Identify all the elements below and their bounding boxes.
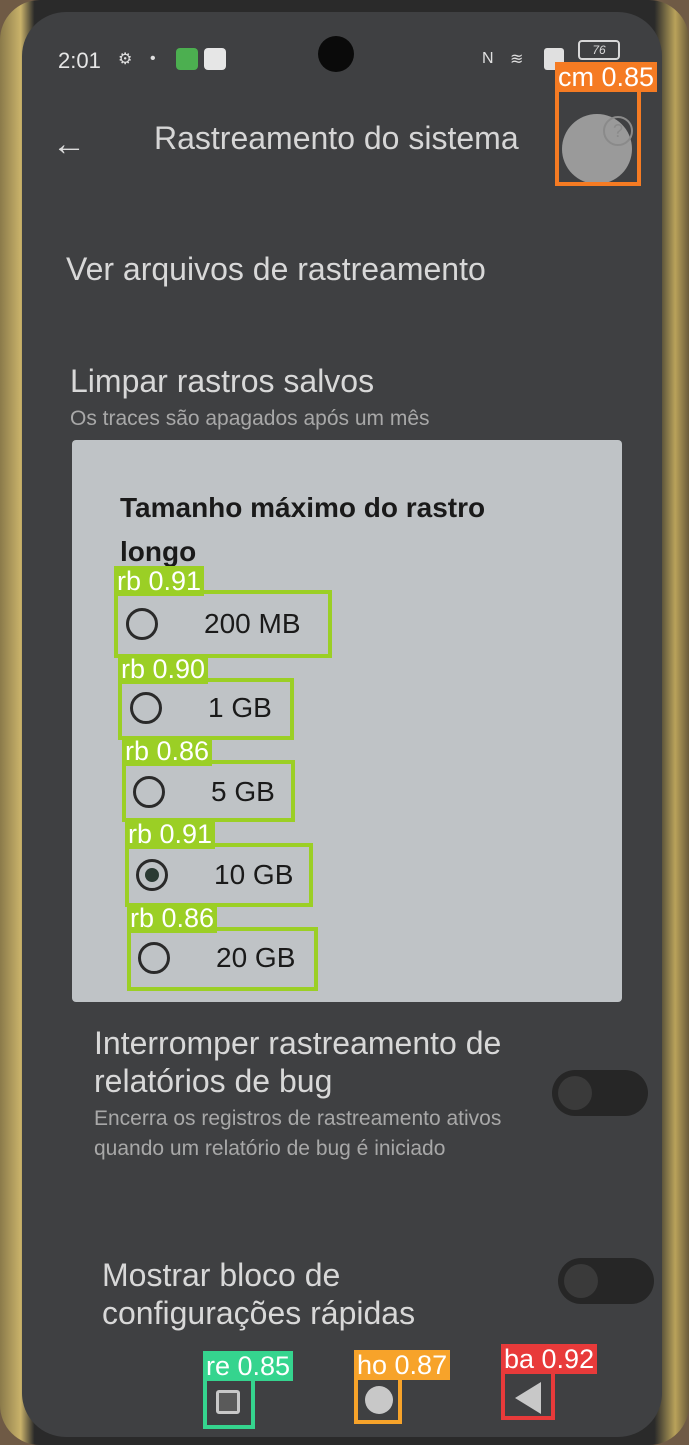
detection-box-home [354,1376,402,1424]
detection-box-help [555,88,641,186]
setting-subtitle: Os traces são apagados após um mês [70,407,430,430]
detection-tag-recents: re 0.85 [203,1351,294,1381]
detection-box-rb-5gb [122,760,295,822]
setting-title: Ver arquivos de rastreamento [66,251,486,287]
status-time: 2:01 [58,48,101,73]
detection-box-back [501,1370,555,1420]
quick-tile-toggle[interactable] [558,1258,654,1304]
detection-tag-rb-1gb: rb 0.90 [118,654,209,684]
detection-box-rb-1gb [118,678,294,740]
detection-box-rb-20gb [127,927,318,991]
battery-icon: 76 [578,40,620,60]
detection-tag-back: ba 0.92 [501,1344,598,1374]
detection-tag-rb-10gb: rb 0.91 [125,819,216,849]
setting-clear-traces[interactable]: Limpar rastros salvos Os traces são apag… [70,362,550,434]
back-arrow-icon[interactable]: ← [52,124,92,164]
dialog-title: Tamanho máximo do rastro longo [120,492,486,567]
front-camera [318,36,354,72]
detection-tag-rb-200mb: rb 0.91 [114,566,205,596]
setting-subtitle: Encerra os registros de rastreamento ati… [94,1107,502,1160]
detection-tag-rb-5gb: rb 0.86 [122,736,213,766]
wifi-icon: ≋ [510,51,524,68]
message-icon [204,48,226,70]
detection-box-recents [203,1377,255,1429]
nfc-icon: N [482,50,494,67]
setting-title: Interromper rastreamento de relatórios d… [94,1025,502,1099]
page-title: Rastreamento do sistema [154,120,519,156]
toggle-knob [564,1264,598,1298]
setting-title: Limpar rastros salvos [70,363,375,399]
setting-view-traces[interactable]: Ver arquivos de rastreamento [66,250,486,288]
bug-icon: • [150,50,156,67]
toggle-knob [558,1076,592,1110]
app-notification-icon [176,48,198,70]
detection-tag-home: ho 0.87 [354,1350,451,1380]
detection-box-rb-200mb [114,590,332,658]
setting-stop-on-bugreport[interactable]: Interromper rastreamento de relatórios d… [94,1024,524,1164]
bugreport-toggle[interactable] [552,1070,648,1116]
setting-title: Mostrar bloco de configurações rápidas [102,1257,416,1331]
settings-gear-icon: ⚙ [118,51,133,68]
setting-quick-settings-tile[interactable]: Mostrar bloco de configurações rápidas [102,1256,502,1332]
detection-tag-help: cm 0.85 [555,62,658,92]
detection-tag-rb-20gb: rb 0.86 [127,903,218,933]
detection-box-rb-10gb [125,843,313,907]
